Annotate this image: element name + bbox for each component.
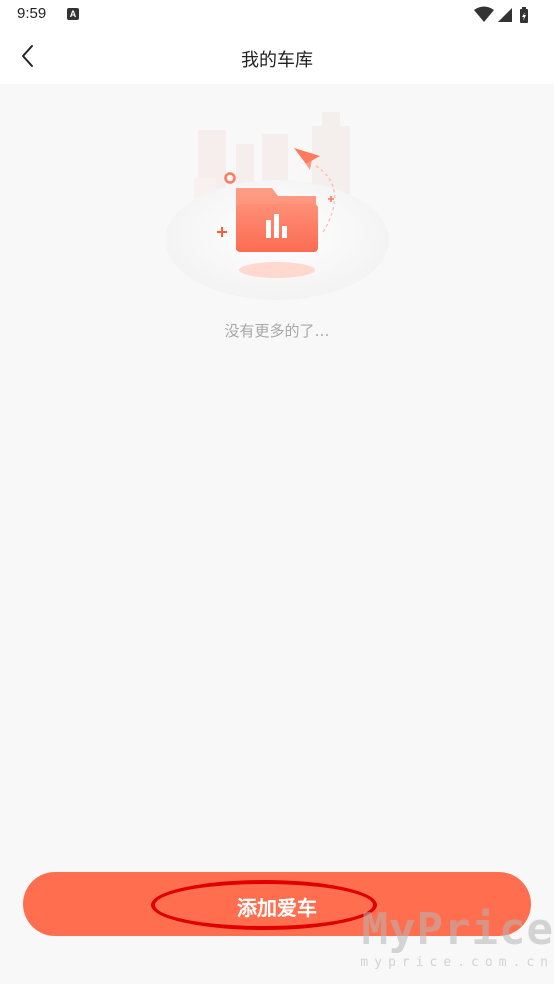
add-car-button-label: 添加爱车 bbox=[237, 898, 317, 920]
notification-icon: A bbox=[67, 8, 79, 20]
watermark-url: myprice.com.cn bbox=[360, 955, 554, 970]
page-title: 我的车库 bbox=[241, 50, 313, 71]
status-bar: 9:59 A bbox=[0, 0, 554, 30]
status-time: 9:59 bbox=[17, 5, 47, 22]
add-car-button[interactable]: 添加爱车 bbox=[23, 872, 531, 936]
system-icons bbox=[474, 6, 540, 28]
nav-bar: 我的车库 bbox=[0, 30, 554, 84]
signal-icon bbox=[498, 8, 512, 22]
wifi-icon bbox=[474, 6, 494, 22]
empty-message: 没有更多的了… bbox=[224, 322, 330, 340]
empty-folder-illustration bbox=[160, 108, 394, 308]
battery-icon bbox=[520, 7, 528, 23]
